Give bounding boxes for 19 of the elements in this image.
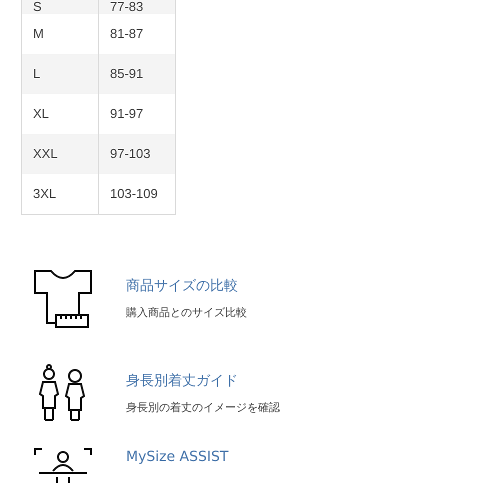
chest-range: 85-91	[110, 65, 144, 84]
shirt-ruler-icon	[33, 268, 93, 328]
feature-link[interactable]: 商品サイズの比較	[126, 276, 247, 297]
chest-range: 97-103	[110, 145, 150, 164]
size-label: XL	[33, 105, 49, 124]
feature-link[interactable]: 身長別着丈ガイド	[126, 370, 280, 392]
feature-description: 購入商品とのサイズ比較	[126, 304, 247, 321]
size-label: 3XL	[33, 185, 56, 204]
size-label: L	[33, 65, 40, 84]
body-scan-icon	[33, 447, 93, 483]
chest-range: 77-83	[110, 0, 144, 16]
chest-range: 81-87	[110, 25, 144, 44]
size-label: S	[33, 0, 42, 16]
feature-description: 身長別の着丈のイメージを確認	[126, 400, 280, 416]
chest-range: 91-97	[110, 105, 144, 124]
size-label: M	[33, 25, 44, 44]
size-label: XXL	[33, 145, 58, 164]
chest-range: 103-109	[110, 185, 158, 204]
feature-link[interactable]: MySize ASSIST	[126, 447, 228, 468]
